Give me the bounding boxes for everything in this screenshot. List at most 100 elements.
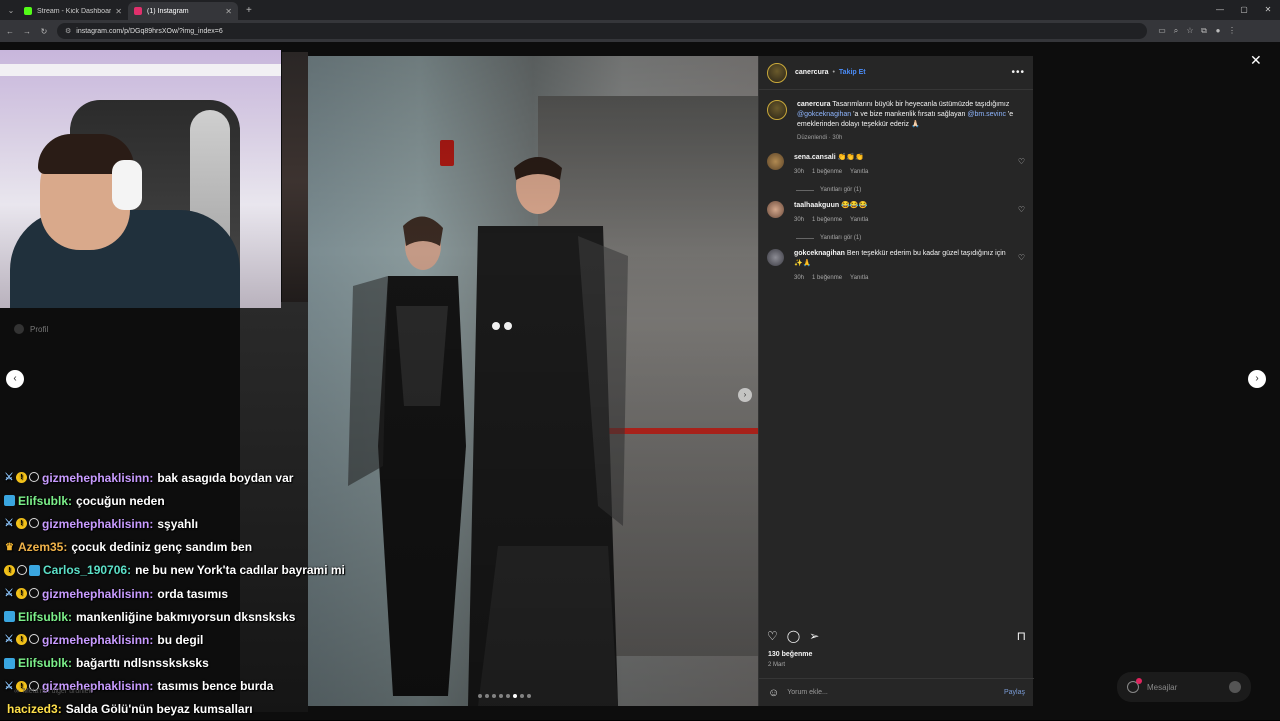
chat-username[interactable]: gizmehephaklisinn: xyxy=(42,587,153,601)
chat-badges xyxy=(4,657,15,669)
comment-input[interactable]: Yorum ekle... xyxy=(787,689,828,696)
close-window-button[interactable]: ✕ xyxy=(1256,0,1280,20)
emoji-icon[interactable]: ☺ xyxy=(768,687,779,699)
back-icon[interactable]: ← xyxy=(3,27,17,36)
close-tab-icon[interactable]: ✕ xyxy=(115,7,122,16)
zoom-icon[interactable]: ⌕ xyxy=(1169,26,1183,36)
commenter-username[interactable]: gokceknagihan xyxy=(794,250,845,257)
likes-count[interactable]: 130 beğenme xyxy=(768,651,812,658)
chat-username[interactable]: hacized3: xyxy=(7,702,62,716)
minimize-button[interactable]: — xyxy=(1208,0,1232,20)
cast-icon[interactable]: ▭ xyxy=(1155,26,1169,36)
carousel-dot xyxy=(527,694,531,698)
chat-message: ⚔! gizmehephaklisinn: sşyahlı xyxy=(4,512,364,535)
chat-username[interactable]: Elifsublk: xyxy=(18,494,72,508)
cube-badge-icon xyxy=(4,657,15,669)
new-tab-button[interactable]: + xyxy=(246,5,252,16)
chat-text: bağarttı ndlsnssksksks xyxy=(76,656,209,671)
forward-icon[interactable]: → xyxy=(20,27,34,36)
chat-badges: ⚔! xyxy=(4,634,39,646)
comment-likes[interactable]: 1 beğenme xyxy=(812,215,842,225)
author-avatar[interactable] xyxy=(767,62,787,83)
commenter-username[interactable]: taalhaakguun xyxy=(794,202,839,209)
meta-products-link[interactable]: ∞ Meta'nın diğer ürünleri xyxy=(14,688,92,695)
profile-nav-item[interactable]: Profil xyxy=(14,324,48,334)
caption-avatar[interactable] xyxy=(767,100,787,120)
chat-text: bak asagıda boydan var xyxy=(157,470,294,485)
chat-badges: ⚔! xyxy=(4,588,39,600)
comment-like-heart-icon[interactable]: ♡ xyxy=(1018,205,1025,215)
replies-line xyxy=(796,189,814,191)
caption-mention-1[interactable]: @gokceknagihan xyxy=(797,111,851,118)
messages-label: Mesajlar xyxy=(1147,682,1178,692)
comment-text: 😂😂😂 xyxy=(841,202,868,209)
bookmark-star-icon[interactable]: ☆ xyxy=(1183,26,1197,36)
comment-body: sena.cansali 👏👏👏 30h 1 beğenme Yanıtla xyxy=(794,153,1009,177)
url-field[interactable]: ⚙ instagram.com/p/DGq89hrsXOw/?img_index… xyxy=(57,23,1147,39)
caption-mention-2[interactable]: @bm.sevinc xyxy=(967,111,1006,118)
tab-instagram[interactable]: (1) Instagram ✕ xyxy=(128,2,238,20)
reply-button[interactable]: Yanıtla xyxy=(850,273,868,283)
crown-badge-icon: ♛ xyxy=(5,541,14,553)
chat-text: mankenliğine bakmıyorsun dksnsksks xyxy=(76,609,296,624)
chat-text: orda tasımıs xyxy=(157,586,229,601)
view-replies-button[interactable]: Yanıtları gör (1) xyxy=(796,187,1033,193)
comment-like-heart-icon[interactable]: ♡ xyxy=(1018,157,1025,167)
window-controls: — ▢ ✕ xyxy=(1208,0,1280,20)
chat-username[interactable]: Azem35: xyxy=(18,540,67,554)
comment-body: gokceknagihan Ben teşekkür ederim bu kad… xyxy=(794,249,1009,283)
profile-icon[interactable]: ● xyxy=(1211,26,1225,36)
sword-badge-icon: ⚔ xyxy=(4,472,14,484)
chat-username[interactable]: gizmehephaklisinn: xyxy=(42,471,153,485)
comment-likes[interactable]: 1 beğenme xyxy=(812,167,842,177)
view-replies-label: Yanıtları gör (1) xyxy=(820,235,862,241)
reply-button[interactable]: Yanıtla xyxy=(850,167,868,177)
caption-username[interactable]: canercura xyxy=(797,101,830,108)
extensions-icon[interactable]: ⧉ xyxy=(1197,26,1211,36)
comment-bubble-icon[interactable]: ◯ xyxy=(787,629,800,643)
chat-username[interactable]: gizmehephaklisinn: xyxy=(42,517,153,531)
header-separator: • xyxy=(832,69,835,76)
reload-icon[interactable]: ↻ xyxy=(37,27,51,36)
save-bookmark-icon[interactable]: ⊓ xyxy=(1017,629,1026,643)
chat-username[interactable]: Elifsublk: xyxy=(18,656,72,670)
chat-username[interactable]: gizmehephaklisinn: xyxy=(42,633,153,647)
tab-kick-dashboard[interactable]: Stream - Kick Dashboard ✕ xyxy=(18,2,128,20)
chat-username[interactable]: Carlos_190706: xyxy=(43,563,131,577)
comment-likes[interactable]: 1 beğenme xyxy=(812,273,842,283)
comment-item: gokceknagihan Ben teşekkür ederim bu kad… xyxy=(759,249,1033,283)
close-post-icon[interactable]: ✕ xyxy=(1250,52,1262,69)
site-info-icon[interactable]: ⚙ xyxy=(65,27,71,35)
commenter-avatar[interactable] xyxy=(767,201,784,218)
follow-button[interactable]: Takip Et xyxy=(839,69,866,76)
tab-search-icon[interactable]: ⌄ xyxy=(4,3,18,17)
messenger-icon xyxy=(1127,678,1142,693)
share-send-icon[interactable]: ➢ xyxy=(809,629,819,643)
commenter-avatar[interactable] xyxy=(767,249,784,266)
browser-tab-bar: ⌄ Stream - Kick Dashboard ✕ (1) Instagra… xyxy=(0,0,1280,20)
messages-button[interactable]: Mesajlar xyxy=(1117,672,1251,702)
post-comment-button[interactable]: Paylaş xyxy=(1004,689,1025,696)
sword-badge-icon: ⚔ xyxy=(4,634,14,646)
more-options-icon[interactable]: ••• xyxy=(1011,67,1025,78)
gold-badge-icon: ! xyxy=(16,518,27,530)
like-heart-icon[interactable]: ♡ xyxy=(767,629,778,643)
close-tab-icon[interactable]: ✕ xyxy=(225,7,232,16)
next-post-button[interactable]: › xyxy=(1248,370,1266,388)
browser-menu-icon[interactable]: ⋮ xyxy=(1225,26,1239,36)
prev-post-button[interactable]: ‹ xyxy=(6,370,24,388)
maximize-button[interactable]: ▢ xyxy=(1232,0,1256,20)
sword-badge-icon: ⚔ xyxy=(4,680,14,692)
commenter-avatar[interactable] xyxy=(767,153,784,170)
reply-button[interactable]: Yanıtla xyxy=(850,215,868,225)
comments-list: sena.cansali 👏👏👏 30h 1 beğenme Yanıtla ♡ Yanı… xyxy=(759,153,1033,291)
comment-like-heart-icon[interactable]: ♡ xyxy=(1018,253,1025,263)
view-replies-button[interactable]: Yanıtları gör (1) xyxy=(796,235,1033,241)
commenter-username[interactable]: sena.cansali xyxy=(794,154,836,161)
post-image[interactable]: ‹ › xyxy=(308,56,758,706)
comment-input-row: ☺ Yorum ekle... Paylaş xyxy=(759,678,1034,706)
author-username[interactable]: canercura xyxy=(795,69,828,76)
chat-message: Elifsublk: bağarttı ndlsnssksksks xyxy=(4,652,364,675)
chat-username[interactable]: Elifsublk: xyxy=(18,610,72,624)
image-next-icon[interactable]: › xyxy=(738,388,752,402)
